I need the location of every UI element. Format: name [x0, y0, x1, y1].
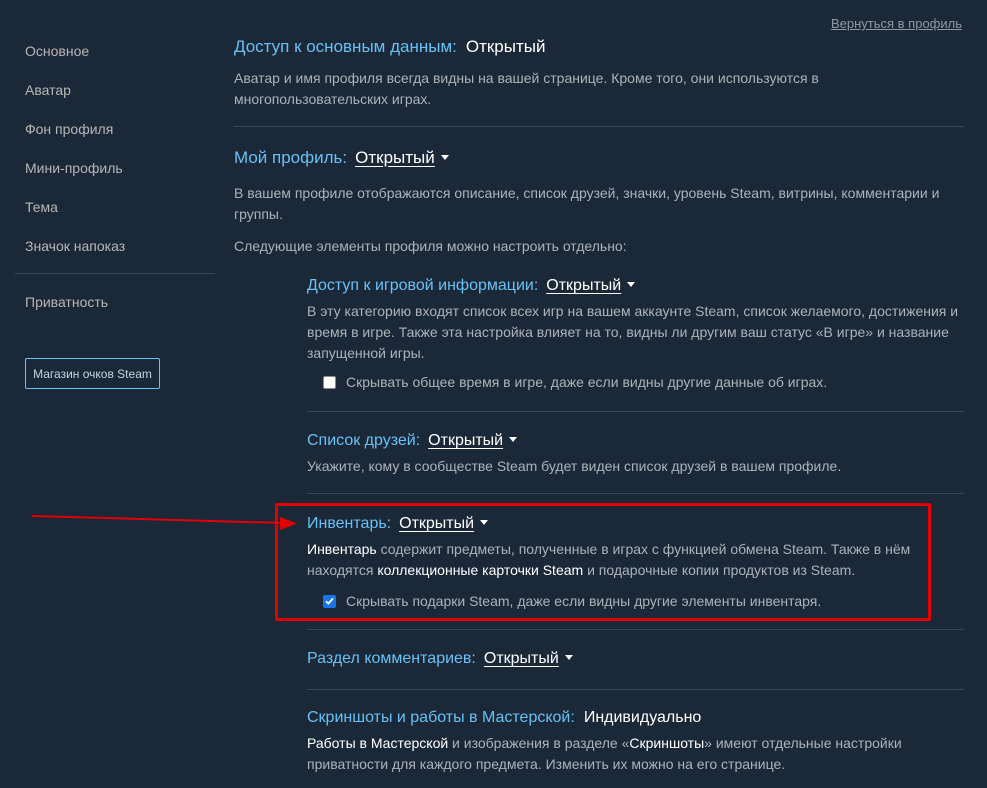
my-profile-privacy-dropdown[interactable]: Открытый: [355, 148, 435, 168]
comments-heading: Раздел комментариев: Открытый: [307, 650, 573, 668]
workshop-term: Работы в Мастерской: [307, 735, 449, 751]
my-profile-title: Мой профиль:: [234, 148, 348, 167]
hide-playtime-option: Скрывать общее время в игре, даже если в…: [323, 374, 827, 390]
chevron-down-icon[interactable]: [440, 155, 449, 160]
game-details-title: Доступ к игровой информации:: [307, 277, 539, 294]
basic-details-heading: Доступ к основным данным: Открытый: [234, 37, 545, 57]
points-shop-button[interactable]: Магазин очков Steam: [25, 358, 160, 389]
sidebar-item-mini-profile[interactable]: Мини-профиль: [25, 160, 123, 176]
basic-details-value: Открытый: [465, 37, 546, 56]
screenshots-description: Работы в Мастерской и изображения в разд…: [307, 733, 927, 775]
basic-details-title: Доступ к основным данным:: [234, 37, 457, 56]
friends-list-title: Список друзей:: [307, 432, 421, 449]
screenshots-desc-text: и изображения в разделе «: [448, 735, 630, 751]
chevron-down-icon[interactable]: [627, 282, 636, 287]
screenshots-title: Скриншоты и работы в Мастерской:: [307, 709, 575, 726]
hide-playtime-label: Скрывать общее время в игре, даже если в…: [346, 374, 828, 390]
my-profile-description: В вашем профиле отображаются описание, с…: [234, 185, 940, 222]
section-divider: [234, 126, 964, 127]
section-divider: [307, 411, 964, 412]
annotation-highlight-box: [275, 503, 931, 621]
chevron-down-icon[interactable]: [509, 437, 518, 442]
sidebar-item-profile-background[interactable]: Фон профиля: [25, 121, 113, 137]
screenshots-term: Скриншоты: [629, 735, 705, 751]
game-details-description: В эту категорию входят список всех игр н…: [307, 303, 959, 361]
sidebar-item-theme[interactable]: Тема: [25, 199, 58, 215]
basic-details-description: Аватар и имя профиля всегда видны на ваш…: [234, 70, 819, 107]
section-divider: [307, 629, 964, 630]
friends-list-description: Укажите, кому в сообществе Steam будет в…: [307, 458, 842, 474]
friends-list-heading: Список друзей: Открытый: [307, 432, 518, 450]
comments-privacy-dropdown[interactable]: Открытый: [484, 650, 559, 668]
sidebar-divider: [15, 273, 215, 274]
annotation-arrow-icon: [31, 515, 297, 530]
section-divider: [307, 689, 964, 690]
sidebar-item-privacy[interactable]: Приватность: [25, 294, 108, 310]
screenshots-heading: Скриншоты и работы в Мастерской: Индивид…: [307, 709, 701, 727]
chevron-down-icon[interactable]: [564, 655, 573, 660]
friends-list-privacy-dropdown[interactable]: Открытый: [428, 432, 503, 450]
sidebar-item-avatar[interactable]: Аватар: [25, 82, 71, 98]
comments-title: Раздел комментариев:: [307, 650, 476, 667]
my-profile-heading: Мой профиль: Открытый: [234, 148, 449, 168]
section-divider: [307, 493, 964, 494]
my-profile-note: Следующие элементы профиля можно настрои…: [234, 238, 627, 254]
screenshots-value: Индивидуально: [583, 709, 702, 726]
hide-playtime-checkbox[interactable]: [323, 375, 336, 389]
sidebar-item-general[interactable]: Основное: [25, 43, 89, 59]
back-to-profile-link[interactable]: Вернуться в профиль: [831, 16, 962, 31]
game-details-privacy-dropdown[interactable]: Открытый: [546, 277, 621, 295]
game-details-heading: Доступ к игровой информации: Открытый: [307, 277, 636, 295]
sidebar-item-featured-badge[interactable]: Значок напоказ: [25, 238, 125, 254]
